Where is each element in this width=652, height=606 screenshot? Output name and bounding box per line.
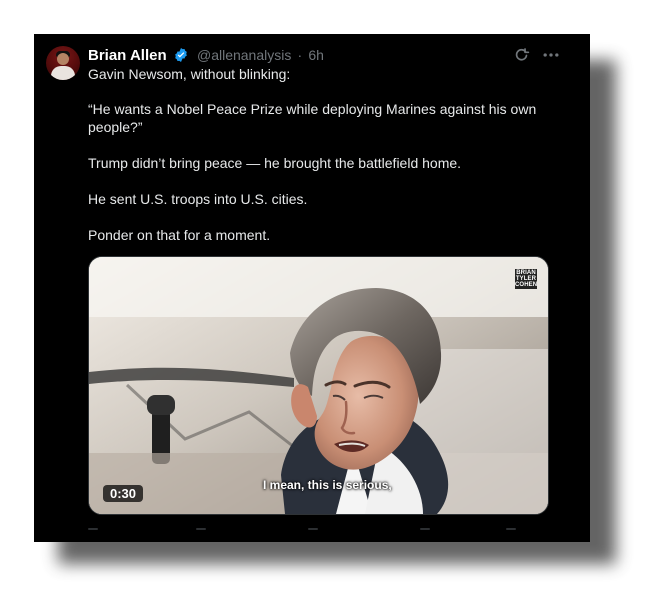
- refresh-icon[interactable]: [510, 44, 532, 66]
- more-icon[interactable]: [540, 44, 562, 66]
- avatar[interactable]: [46, 46, 80, 80]
- tweet-actions-partial: [88, 528, 540, 538]
- time-separator: ·: [297, 47, 303, 63]
- tweet-text: Gavin Newsom, without blinking: “He want…: [88, 65, 538, 244]
- tweet-paragraph-2: “He wants a Nobel Peace Prize while depl…: [88, 101, 537, 135]
- post-time[interactable]: 6h: [308, 47, 324, 63]
- views-icon[interactable]: [420, 528, 430, 530]
- tweet-card[interactable]: Brian Allen @allenanalysis · 6h Gavin Ne…: [34, 34, 590, 542]
- tweet-paragraph-4: He sent U.S. troops into U.S. cities.: [88, 191, 308, 207]
- author-handle[interactable]: @allenanalysis: [197, 47, 291, 63]
- logo-line-3: COHEN: [515, 282, 538, 288]
- video-frame: [89, 257, 548, 514]
- screenshot-stage: Brian Allen @allenanalysis · 6h Gavin Ne…: [0, 0, 652, 606]
- video-caption: I mean, this is serious,: [263, 478, 392, 492]
- author-name[interactable]: Brian Allen: [88, 47, 167, 64]
- brian-tyler-cohen-logo: BRIAN TYLER COHEN: [515, 269, 537, 289]
- tweet-header: Brian Allen @allenanalysis · 6h: [88, 45, 533, 65]
- tweet-paragraph-5: Ponder on that for a moment.: [88, 227, 271, 243]
- like-icon[interactable]: [308, 528, 318, 530]
- video-player[interactable]: BRIAN TYLER COHEN I mean, this is seriou…: [88, 256, 549, 515]
- verified-badge-icon: [173, 47, 189, 63]
- tweet-paragraph-1: Gavin Newsom, without blinking:: [88, 66, 291, 82]
- share-icon[interactable]: [506, 528, 516, 530]
- video-duration-badge: 0:30: [103, 485, 144, 502]
- avatar-shirt: [51, 66, 75, 80]
- tweet-top-actions: [510, 44, 562, 66]
- tweet-paragraph-3: Trump didn’t bring peace — he brought th…: [88, 155, 462, 171]
- reply-icon[interactable]: [88, 528, 98, 530]
- repost-icon[interactable]: [196, 528, 206, 530]
- avatar-face: [57, 53, 69, 65]
